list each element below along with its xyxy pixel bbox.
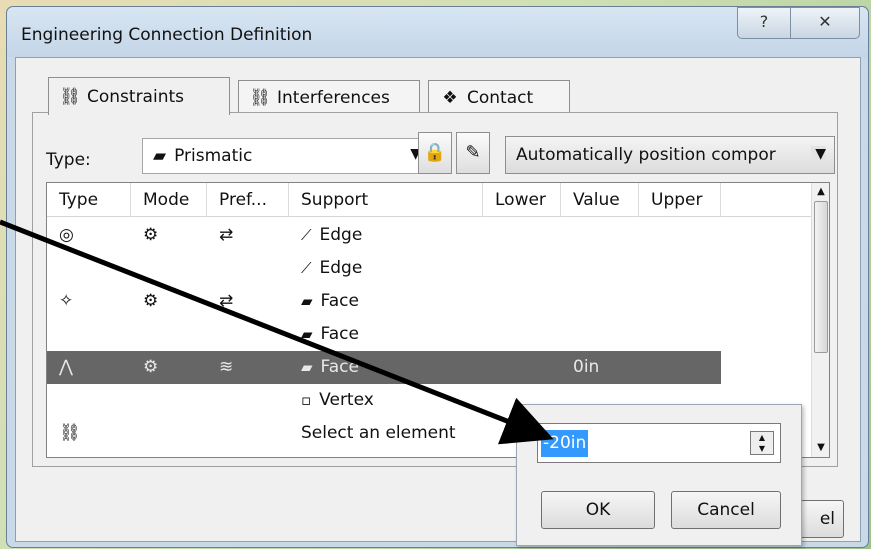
cell-support: ▰ Face	[301, 318, 359, 351]
support-geometry-icon: ⟋	[301, 259, 312, 277]
col-header-pref[interactable]: Pref...	[207, 183, 289, 217]
value-input-text: -20in	[541, 430, 589, 457]
contact-icon: ❖	[442, 88, 458, 108]
cell-support: ▰ Face	[301, 351, 359, 384]
type-combo-value: Prismatic	[174, 146, 253, 166]
cell-type: ✧	[59, 291, 74, 311]
cell-support: ▫ Vertex	[301, 384, 374, 417]
cell-pref: ⇄	[219, 225, 234, 245]
scroll-down-icon[interactable]: ▼	[812, 442, 829, 453]
support-label: Edge	[319, 258, 363, 278]
cell-support: Select an element	[301, 417, 456, 450]
support-geometry-icon: ▫	[301, 391, 312, 409]
prismatic-icon: ▰	[153, 146, 167, 166]
help-button[interactable]: ?	[737, 7, 791, 39]
col-header-mode[interactable]: Mode	[131, 183, 207, 217]
support-label: Face	[320, 324, 359, 344]
vertical-scrollbar[interactable]: ▲ ▼	[811, 183, 829, 457]
tab-interferences-label: Interferences	[277, 88, 390, 108]
col-header-lower[interactable]: Lower	[483, 183, 561, 217]
spinner-icon[interactable]: ▲ ▼	[750, 431, 774, 455]
magic-wand-icon: ✎	[465, 142, 481, 163]
interferences-icon: ⛓	[249, 88, 271, 108]
cell-support: ▰ Face	[301, 285, 359, 318]
support-geometry-icon: ▰	[301, 325, 313, 343]
chevron-down-icon: ▼	[811, 146, 826, 162]
value-edit-popup: -20in ▲ ▼ OK Cancel	[516, 404, 802, 546]
cell-support: ⟋ Edge	[301, 252, 362, 285]
cell-mode: ⚙	[143, 357, 159, 377]
cell-value: 0in	[573, 357, 600, 377]
support-label: Face	[320, 291, 359, 311]
col-header-value[interactable]: Value	[561, 183, 639, 217]
cell-type: ⋀	[59, 357, 73, 377]
type-combo[interactable]: ▰ Prismatic ▼	[142, 138, 432, 174]
support-label: Face	[320, 357, 359, 377]
col-header-upper[interactable]: Upper	[639, 183, 721, 217]
constraints-icon: ⛓	[59, 86, 81, 107]
cell-type: ◎	[59, 225, 74, 245]
value-input[interactable]: -20in ▲ ▼	[537, 423, 781, 463]
cell-support: ⟋ Edge	[301, 219, 362, 252]
tab-constraints[interactable]: ⛓ Constraints	[48, 77, 230, 115]
cell-mode: ⚙	[143, 291, 159, 311]
tab-contact-label: Contact	[467, 88, 534, 108]
col-header-type[interactable]: Type	[47, 183, 131, 217]
scrollbar-thumb[interactable]	[814, 201, 828, 353]
table-row[interactable]: ◎ ⚙ ⇄ ⟋ Edge	[47, 219, 813, 252]
scroll-up-icon[interactable]: ▲	[812, 186, 829, 197]
cell-mode: ⚙	[143, 225, 159, 245]
auto-position-label: Automatically position compor	[516, 145, 776, 165]
table-header: Type Mode Pref... Support Lower Value Up…	[47, 183, 813, 217]
cancel-button[interactable]: Cancel	[671, 491, 781, 529]
close-button[interactable]: ✕	[790, 7, 860, 39]
tab-constraints-label: Constraints	[87, 86, 184, 107]
cell-pref: ⇄	[219, 291, 234, 311]
ok-button[interactable]: OK	[541, 491, 655, 529]
table-row[interactable]: ▰ Face	[47, 318, 813, 351]
col-header-support[interactable]: Support	[289, 183, 483, 217]
window-title: Engineering Connection Definition	[21, 25, 313, 45]
cell-type: ⛓	[59, 423, 81, 443]
lock-button[interactable]: 🔒	[418, 132, 452, 174]
lock-icon: 🔒	[423, 142, 447, 163]
table-row[interactable]: ✧ ⚙ ⇄ ▰ Face	[47, 285, 813, 318]
cell-pref: ≋	[219, 357, 234, 377]
support-geometry-icon: ▰	[301, 292, 313, 310]
table-row[interactable]: ⋀ ⚙ ≋ ▰ Face 0in	[47, 351, 721, 384]
table-row[interactable]: ⟋ Edge	[47, 252, 813, 285]
support-label: Select an element	[301, 423, 456, 443]
type-label: Type:	[46, 150, 91, 170]
support-label: Edge	[319, 225, 363, 245]
auto-wand-button[interactable]: ✎	[456, 132, 490, 174]
auto-position-combo[interactable]: Automatically position compor ▼	[505, 136, 835, 174]
title-bar[interactable]: Engineering Connection Definition ? ✕	[7, 7, 868, 57]
support-label: Vertex	[319, 390, 374, 410]
tab-contact[interactable]: ❖ Contact	[428, 80, 570, 115]
tab-interferences[interactable]: ⛓ Interferences	[238, 80, 420, 115]
support-geometry-icon: ▰	[301, 358, 313, 376]
support-geometry-icon: ⟋	[301, 226, 312, 244]
